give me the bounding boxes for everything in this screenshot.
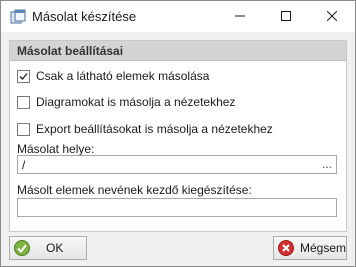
- ok-button[interactable]: OK: [9, 236, 87, 260]
- window-title: Másolat készítése: [32, 9, 137, 24]
- checkbox-copy-export-settings[interactable]: [17, 122, 30, 136]
- group-title: Másolat beállításai: [17, 44, 124, 58]
- maximize-button[interactable]: [263, 1, 309, 32]
- option-copy-diagrams[interactable]: Diagramokat is másolja a nézetekhez: [17, 94, 235, 110]
- minimize-button[interactable]: [217, 1, 263, 32]
- option-label: Export beállításokat is másolja a nézete…: [36, 122, 273, 136]
- option-copy-export-settings[interactable]: Export beállításokat is másolja a nézete…: [17, 121, 273, 137]
- copy-location-field[interactable]: / ...: [17, 155, 337, 174]
- window-copy-icon: [10, 9, 26, 25]
- maximize-icon: [281, 10, 291, 24]
- ok-label: OK: [46, 241, 64, 255]
- name-prefix-field[interactable]: [17, 198, 337, 217]
- close-icon: [326, 10, 338, 24]
- checkbox-visible-only[interactable]: [17, 69, 30, 83]
- option-label: Diagramokat is másolja a nézetekhez: [36, 95, 236, 109]
- close-button[interactable]: [309, 1, 355, 32]
- minimize-icon: [235, 10, 245, 24]
- cancel-label: Mégsem: [300, 241, 347, 255]
- dialog-window: Másolat készítése Másolat beállításai Cs…: [0, 0, 356, 267]
- cancel-button[interactable]: Mégsem: [273, 236, 347, 260]
- copy-settings-group: Másolat beállításai Csak a látható eleme…: [9, 40, 347, 232]
- copy-location-value: /: [22, 158, 26, 172]
- checkbox-copy-diagrams[interactable]: [17, 95, 30, 109]
- option-label: Csak a látható elemek másolása: [36, 69, 210, 83]
- copy-location-label: Másolat helye:: [17, 142, 95, 156]
- browse-button[interactable]: ...: [322, 157, 332, 171]
- option-visible-only[interactable]: Csak a látható elemek másolása: [17, 68, 209, 84]
- green-check-icon: [14, 240, 30, 256]
- dialog-body: Másolat beállításai Csak a látható eleme…: [1, 32, 355, 266]
- group-header: Másolat beállításai: [10, 41, 346, 61]
- red-x-icon: [278, 240, 294, 256]
- suffix-label: Másolt elemek nevének kezdő kiegészítése…: [17, 183, 252, 197]
- title-bar[interactable]: Másolat készítése: [1, 1, 355, 32]
